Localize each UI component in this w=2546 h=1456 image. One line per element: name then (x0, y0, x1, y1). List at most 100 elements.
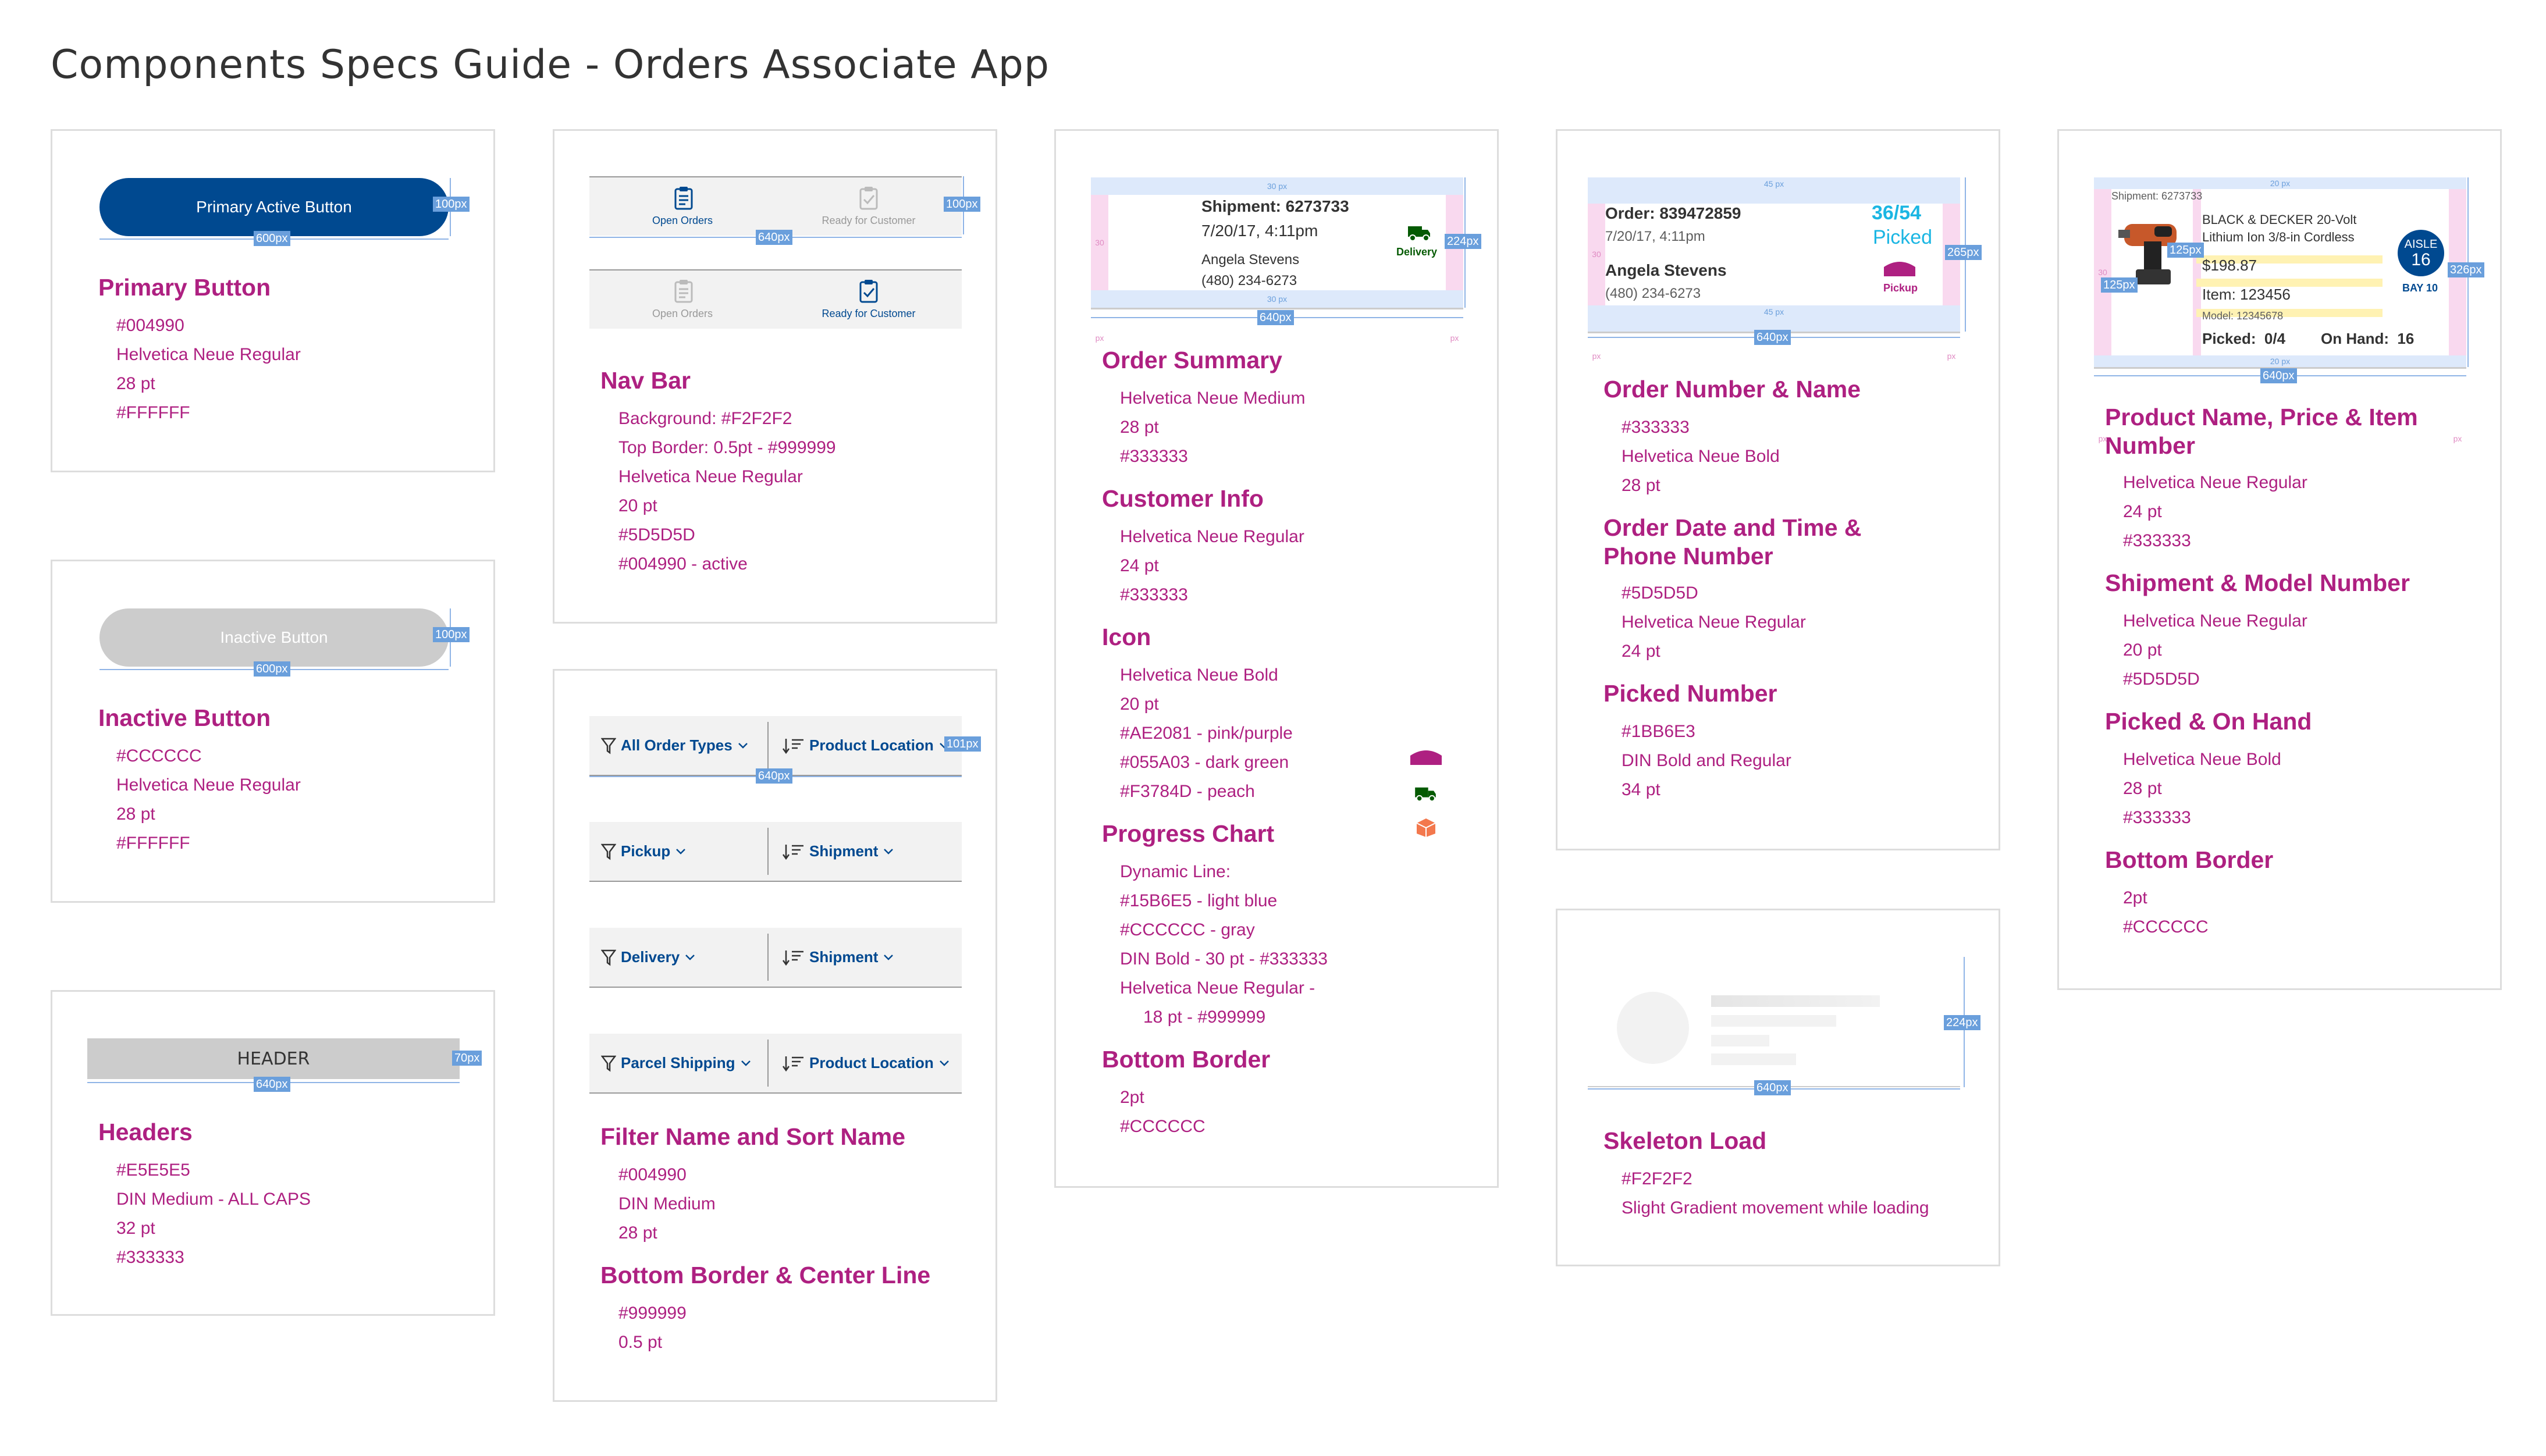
spec-line: Helvetica Neue Regular (2123, 473, 2307, 492)
tab-label: Ready for Customer (822, 215, 916, 226)
chevron-down-icon (676, 848, 686, 855)
inactive-button[interactable]: Inactive Button (99, 608, 449, 667)
height-dimension: 224px (1944, 1015, 1980, 1030)
spec-line: #CCCCCC (116, 746, 202, 766)
customer-name: Angela Stevens (1201, 252, 1300, 268)
skeleton-sample (1588, 957, 1960, 1087)
width-dimension: 600px (254, 661, 290, 677)
sort-dropdown[interactable]: Product Location (776, 1034, 962, 1092)
spec-line: 24 pt (1120, 556, 1159, 575)
spec-heading: Order Summary (1102, 347, 1282, 373)
filter-funnel-icon (601, 843, 616, 860)
spec-line: #1BB6E3 (1622, 722, 1695, 741)
padding-left: 30 px (1091, 195, 1108, 343)
filter-sort-row: Parcel Shipping Product Location (589, 1034, 962, 1094)
height-dimension: 326px (2448, 262, 2484, 277)
tab-open-orders[interactable]: Open Orders (589, 177, 776, 236)
sort-icon (782, 738, 803, 754)
spec-line: Background: #F2F2F2 (618, 409, 792, 428)
product-name: BLACK & DECKER 20-Volt (2202, 212, 2357, 227)
spec-line: Helvetica Neue Regular (2123, 611, 2307, 631)
filter-dropdown[interactable]: Delivery (589, 928, 764, 987)
sort-dropdown[interactable]: Product Location (776, 716, 962, 775)
primary-active-button[interactable]: Primary Active Button (99, 178, 449, 236)
sort-icon (782, 844, 803, 860)
inactive-button-card: Inactive Button 600px 100px Inactive But… (51, 560, 495, 903)
filter-name: Delivery (621, 948, 680, 966)
pickup-badge: Pickup (1883, 282, 1918, 294)
sort-dropdown[interactable]: Shipment (776, 928, 962, 987)
spec-heading: Primary Button (98, 274, 271, 301)
width-dimension: 640px (1754, 1080, 1791, 1095)
padding-left: 30 px (1588, 204, 1605, 361)
spec-line: #004990 - active (618, 554, 748, 574)
spec-heading: Shipment & Model Number (2105, 569, 2410, 596)
spec-heading: Order Number & Name (1603, 376, 1861, 403)
product-sample[interactable]: 20 px 20 px 30 px 30 px Shipment: 627373… (2094, 177, 2466, 443)
sort-icon (782, 1056, 803, 1071)
filter-dropdown[interactable]: Parcel Shipping (589, 1034, 764, 1092)
model-number: Model: 12345678 (2202, 310, 2284, 322)
filter-sort-row: All Order Types Product Location (589, 716, 962, 776)
spec-heading: Picked Number (1603, 680, 1777, 707)
padding-top: 45 px (1588, 177, 1960, 204)
pickup-icon (1884, 262, 1915, 276)
sort-name: Product Location (809, 1054, 934, 1071)
filter-sort-card: All Order Types Product Location Pickup … (553, 669, 997, 1402)
tab-ready-for-customer[interactable]: Ready for Customer (776, 270, 962, 329)
spec-line: #F2F2F2 (1622, 1169, 1692, 1188)
spec-line: Top Border: 0.5pt - #999999 (618, 438, 836, 457)
padding-bottom: 20 px (2094, 355, 2466, 367)
filter-name: All Order Types (621, 736, 732, 754)
height-dimension: 100px (433, 197, 470, 212)
width-dimension: 600px (254, 231, 290, 246)
filter-sort-row: Delivery Shipment (589, 928, 962, 988)
sort-dropdown[interactable]: Shipment (776, 822, 962, 881)
order-datetime: 7/20/17, 4:11pm (1201, 222, 1318, 240)
clipboard-icon (674, 280, 693, 303)
spec-line: DIN Medium - ALL CAPS (116, 1190, 311, 1209)
order-card-sample[interactable]: 30 px 30 px 30 px 30 px Shipment: 627373… (1091, 177, 1463, 343)
skeleton-load-card: 640px 224px Skeleton Load #F2F2F2 Slight… (1556, 909, 2000, 1266)
spec-line: 28 pt (618, 1223, 657, 1243)
spec-heading: Icon (1102, 624, 1151, 650)
customer-name: Angela Stevens (1605, 261, 1727, 279)
padding-top: 30 px (1091, 177, 1463, 195)
spec-line: Dynamic Line: (1120, 862, 1231, 881)
skeleton-line (1711, 1035, 1769, 1046)
nav-bar-sample-1: Open Orders Ready for Customer (589, 176, 962, 236)
chevron-down-icon (738, 742, 748, 749)
filter-dropdown[interactable]: All Order Types (589, 716, 764, 775)
spec-line: #15B6E5 - light blue (1120, 891, 1278, 910)
chevron-down-icon (884, 848, 894, 855)
spec-line: #004990 (116, 316, 184, 335)
filter-funnel-icon (601, 738, 616, 754)
tab-ready-for-customer[interactable]: Ready for Customer (776, 177, 962, 236)
height-dimension: 100px (433, 627, 470, 642)
spec-line: #333333 (1120, 585, 1188, 604)
filter-sort-row: Pickup Shipment (589, 822, 962, 882)
spec-line: 32 pt (116, 1219, 155, 1238)
delivery-truck-icon (1415, 787, 1436, 802)
parcel-box-icon (1416, 818, 1436, 837)
filter-dropdown[interactable]: Pickup (589, 822, 764, 881)
aisle-label: AISLE (2404, 238, 2438, 251)
spec-heading: Progress Chart (1102, 820, 1275, 847)
primary-button-card: Primary Active Button 600px 100px Primar… (51, 129, 495, 472)
padding-bottom: 30 px (1091, 290, 1463, 308)
height-dimension: 265px (1945, 245, 1982, 260)
order-number-card: 45 px 45 px 30 px 30 px Order: 839472859… (1556, 129, 2000, 850)
order-number-sample[interactable]: 45 px 45 px 30 px 30 px Order: 839472859… (1588, 177, 1960, 361)
spec-line: Helvetica Neue Bold (1622, 447, 1780, 466)
on-hand-count: On Hand: 16 (2321, 330, 2415, 347)
skeleton-avatar (1617, 992, 1689, 1064)
spec-heading: Bottom Border & Center Line (600, 1262, 931, 1288)
chevron-down-icon (939, 1060, 949, 1066)
product-price: $198.87 (2202, 257, 2257, 274)
tab-open-orders[interactable]: Open Orders (589, 270, 776, 329)
spec-line: #333333 (2123, 531, 2191, 550)
spec-line: Helvetica Neue Regular (618, 467, 803, 486)
chevron-down-icon (884, 954, 894, 960)
spec-line: 0.5 pt (618, 1333, 663, 1352)
height-dimension: 70px (452, 1051, 482, 1066)
